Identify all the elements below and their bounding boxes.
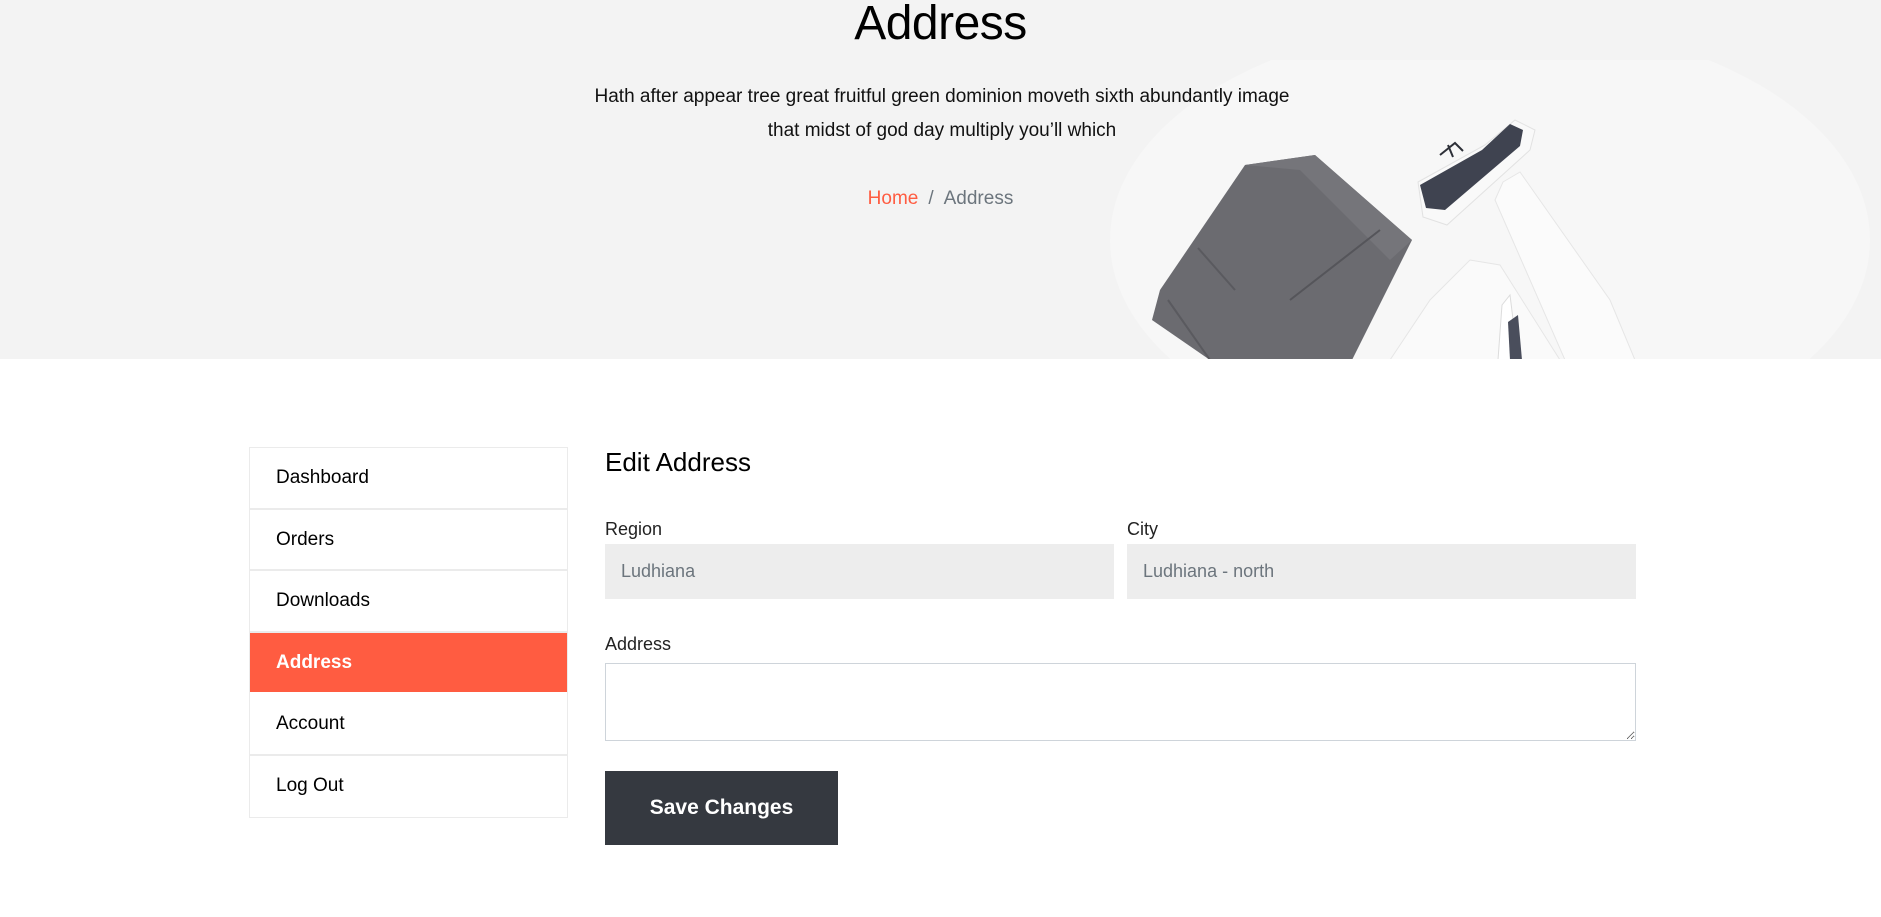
sidebar-item-account[interactable]: Account: [250, 694, 567, 756]
address-field-group: Address: [605, 629, 1636, 741]
region-label: Region: [605, 519, 663, 539]
page-title: Address: [854, 0, 1027, 50]
sidebar-item-orders[interactable]: Orders: [250, 510, 567, 571]
breadcrumb-separator: /: [928, 188, 934, 209]
sidebar-item-downloads[interactable]: Downloads: [250, 571, 567, 633]
city-input[interactable]: [1127, 544, 1636, 599]
sidebar-item-log-out[interactable]: Log Out: [250, 756, 567, 818]
city-field-group: City: [1127, 514, 1636, 599]
city-label: City: [1127, 519, 1158, 539]
save-changes-button[interactable]: Save Changes: [605, 771, 838, 845]
breadcrumb-home-link[interactable]: Home: [868, 188, 919, 209]
sidebar-item-dashboard[interactable]: Dashboard: [250, 448, 567, 510]
page-subtitle: Hath after appear tree great fruitful gr…: [594, 86, 1290, 141]
address-label: Address: [605, 634, 672, 654]
breadcrumb: Home / Address: [0, 188, 1881, 210]
address-textarea[interactable]: [605, 663, 1636, 741]
region-city-row: Region City: [605, 514, 1636, 599]
sidebar-item-address[interactable]: Address: [250, 632, 567, 694]
page-hero: Address Hath after appear tree great fru…: [0, 0, 1881, 359]
breadcrumb-current: Address: [943, 188, 1014, 209]
edit-address-form: Edit Address Region City Address Save Ch…: [605, 440, 1636, 845]
account-sidebar: Dashboard Orders Downloads Address Accou…: [249, 447, 568, 818]
form-title: Edit Address: [605, 447, 751, 477]
region-input[interactable]: [605, 544, 1114, 599]
region-field-group: Region: [605, 514, 1114, 599]
